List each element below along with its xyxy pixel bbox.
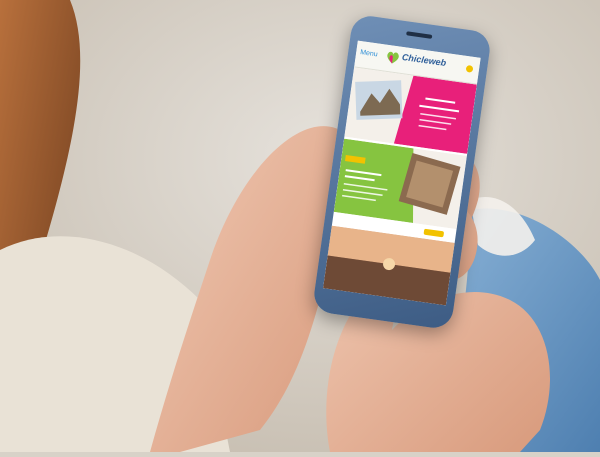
logo-heart-icon [387,51,399,64]
app-logo-text: Chicleweb [401,51,447,69]
green-banner[interactable] [333,138,467,230]
sunset-image [323,225,455,306]
smartphone: Menu Chicleweb [311,13,493,331]
phone-layer: Menu Chicleweb [0,0,600,452]
phone-screen[interactable]: Menu Chicleweb [323,40,481,306]
menu-button[interactable]: Menu [360,49,378,58]
phone-speaker [406,31,433,39]
read-more-button[interactable] [423,228,445,238]
app-content [323,67,477,306]
bottom-photo-thumbnail[interactable] [323,225,455,306]
header-badge-icon [465,64,474,73]
